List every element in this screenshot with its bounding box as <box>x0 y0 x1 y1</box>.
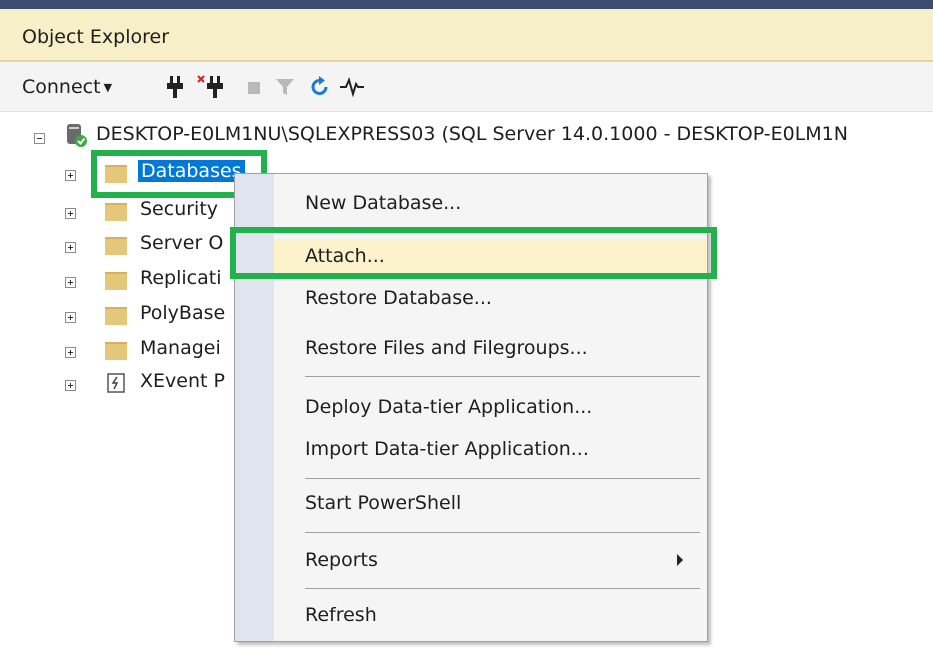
filter-icon <box>275 77 295 101</box>
object-explorer-toolbar: Connect ▼ <box>0 62 933 112</box>
menu-item-deploy-data-tier-application[interactable]: Deploy Data-tier Application... <box>274 390 707 424</box>
menu-separator <box>305 532 700 533</box>
attach-highlight-box <box>230 227 717 279</box>
menu-item-label: Restore Files and Filegroups... <box>305 337 588 359</box>
xevent-icon <box>107 373 125 398</box>
folder-icon <box>105 272 127 290</box>
connect-dropdown-button[interactable]: Connect ▼ <box>22 76 112 98</box>
menu-item-label: Start PowerShell <box>305 492 462 514</box>
connect-plug-icon[interactable] <box>165 75 185 103</box>
menu-item-start-powershell[interactable]: Start PowerShell <box>274 486 707 520</box>
server-objects-label: Server O <box>140 232 224 254</box>
expand-icon[interactable] <box>65 208 76 219</box>
folder-icon <box>105 203 127 221</box>
menu-item-label: Refresh <box>305 604 377 626</box>
tree-row-replication[interactable]: Replicati <box>0 267 234 297</box>
object-explorer-title-bar: Object Explorer <box>0 9 933 62</box>
refresh-icon[interactable] <box>310 75 330 101</box>
menu-item-import-data-tier-application[interactable]: Import Data-tier Application... <box>274 432 707 466</box>
chevron-down-icon: ▼ <box>103 81 113 94</box>
xevent-profiler-label: XEvent P <box>140 370 225 392</box>
connect-label: Connect <box>22 76 101 98</box>
menu-item-restore-files-and-filegroups[interactable]: Restore Files and Filegroups... <box>274 331 707 365</box>
menu-item-label: Deploy Data-tier Application... <box>305 396 593 418</box>
disconnect-plug-icon[interactable] <box>197 75 227 103</box>
expand-icon[interactable] <box>65 277 76 288</box>
window-top-border <box>0 0 933 9</box>
tree-row-security[interactable]: Security <box>0 198 234 228</box>
management-label: Managei <box>140 337 221 359</box>
menu-item-label: Reports <box>305 549 378 571</box>
menu-separator <box>305 376 700 377</box>
polybase-label: PolyBase <box>140 302 226 324</box>
tree-row-management[interactable]: Managei <box>0 337 234 367</box>
server-label: DESKTOP-E0LM1NU\SQLEXPRESS03 (SQL Server… <box>96 123 848 145</box>
menu-item-restore-database[interactable]: Restore Database... <box>274 281 707 315</box>
collapse-icon[interactable] <box>34 133 45 144</box>
menu-item-reports[interactable]: Reports <box>274 543 707 577</box>
expand-icon[interactable] <box>65 347 76 358</box>
expand-icon[interactable] <box>65 170 76 181</box>
tree-row-polybase[interactable]: PolyBase <box>0 302 234 332</box>
submenu-arrow-icon <box>677 554 683 566</box>
replication-label: Replicati <box>140 267 222 289</box>
expand-icon[interactable] <box>65 380 76 391</box>
folder-icon <box>105 307 127 325</box>
tree-row-server[interactable]: DESKTOP-E0LM1NU\SQLEXPRESS03 (SQL Server… <box>0 120 933 150</box>
server-icon <box>64 122 88 153</box>
menu-item-label: New Database... <box>305 192 462 214</box>
folder-icon <box>105 342 127 360</box>
menu-item-label: Restore Database... <box>305 287 492 309</box>
menu-separator <box>305 478 700 479</box>
menu-item-label: Import Data-tier Application... <box>305 438 589 460</box>
menu-item-refresh[interactable]: Refresh <box>274 598 707 632</box>
tree-row-xevent-profiler[interactable]: XEvent P <box>0 370 234 400</box>
tree-row-server-objects[interactable]: Server O <box>0 232 234 262</box>
menu-separator <box>305 588 700 589</box>
panel-title: Object Explorer <box>22 26 170 48</box>
menu-item-new-database[interactable]: New Database... <box>274 186 707 220</box>
activity-monitor-icon[interactable] <box>339 77 365 101</box>
expand-icon[interactable] <box>65 312 76 323</box>
folder-icon <box>105 237 127 255</box>
expand-icon[interactable] <box>65 242 76 253</box>
security-label: Security <box>140 198 219 220</box>
stop-icon <box>247 80 261 99</box>
